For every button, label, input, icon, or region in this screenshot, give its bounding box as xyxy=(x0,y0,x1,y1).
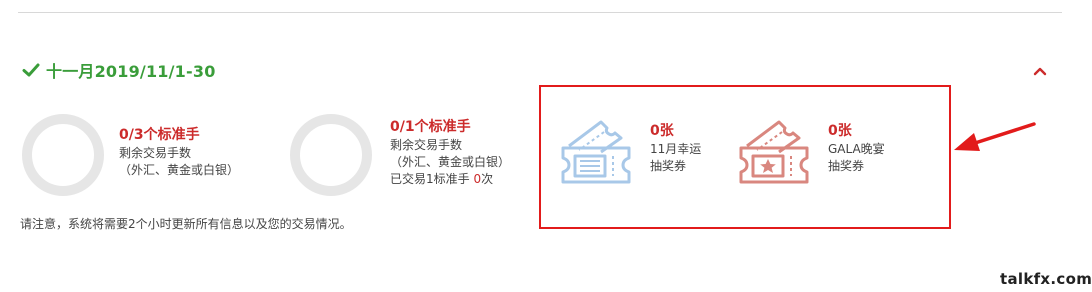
ticket-name: 11月幸运 xyxy=(650,142,702,156)
progress-ring-single xyxy=(290,114,372,196)
progress-info-single: 0/1个标准手 剩余交易手数 （外汇、黄金或白银） 已交易1标准手 0次 xyxy=(390,117,510,188)
traded-count: 0 xyxy=(473,172,482,186)
month-title: 十一月2019/11/1-30 xyxy=(46,62,216,81)
ticket-name: GALA晚宴 xyxy=(828,142,885,156)
traded-suffix: 次 xyxy=(481,172,494,186)
progress-ring-standard xyxy=(22,114,104,196)
progress-label: 剩余交易手数 xyxy=(390,138,463,152)
top-divider xyxy=(18,12,1062,13)
ticket-info-gala: 0张 GALA晚宴 抽奖券 xyxy=(828,121,885,175)
ticket-icon xyxy=(561,120,631,184)
notice-text: 请注意，系统将需要2个小时更新所有信息以及您的交易情况。 xyxy=(20,217,352,231)
progress-sublabel: （外汇、黄金或白银） xyxy=(390,155,511,169)
traded-prefix: 已交易1标准手 xyxy=(390,172,474,186)
ticket-type: 抽奖券 xyxy=(650,159,687,173)
progress-sublabel: （外汇、黄金或白银） xyxy=(119,163,240,177)
ticket-type: 抽奖券 xyxy=(828,159,865,173)
ticket-star-icon xyxy=(739,120,809,184)
check-icon xyxy=(22,63,40,77)
pointer-arrow-icon xyxy=(954,122,1036,151)
watermark: talkfx.com xyxy=(1000,270,1092,288)
ticket-count: 0张 xyxy=(828,123,852,139)
progress-headline: 0/1个标准手 xyxy=(390,119,471,135)
ticket-count: 0张 xyxy=(650,123,674,139)
month-header: 十一月2019/11/1-30 xyxy=(22,58,216,82)
progress-label: 剩余交易手数 xyxy=(119,146,192,160)
progress-headline: 0/3个标准手 xyxy=(119,127,200,143)
ticket-info-lucky: 0张 11月幸运 抽奖券 xyxy=(650,121,701,175)
traded-count-line: 已交易1标准手 0次 xyxy=(390,171,510,188)
progress-info-standard: 0/3个标准手 剩余交易手数 （外汇、黄金或白银） xyxy=(119,125,239,179)
chevron-up-icon[interactable] xyxy=(1030,62,1050,80)
